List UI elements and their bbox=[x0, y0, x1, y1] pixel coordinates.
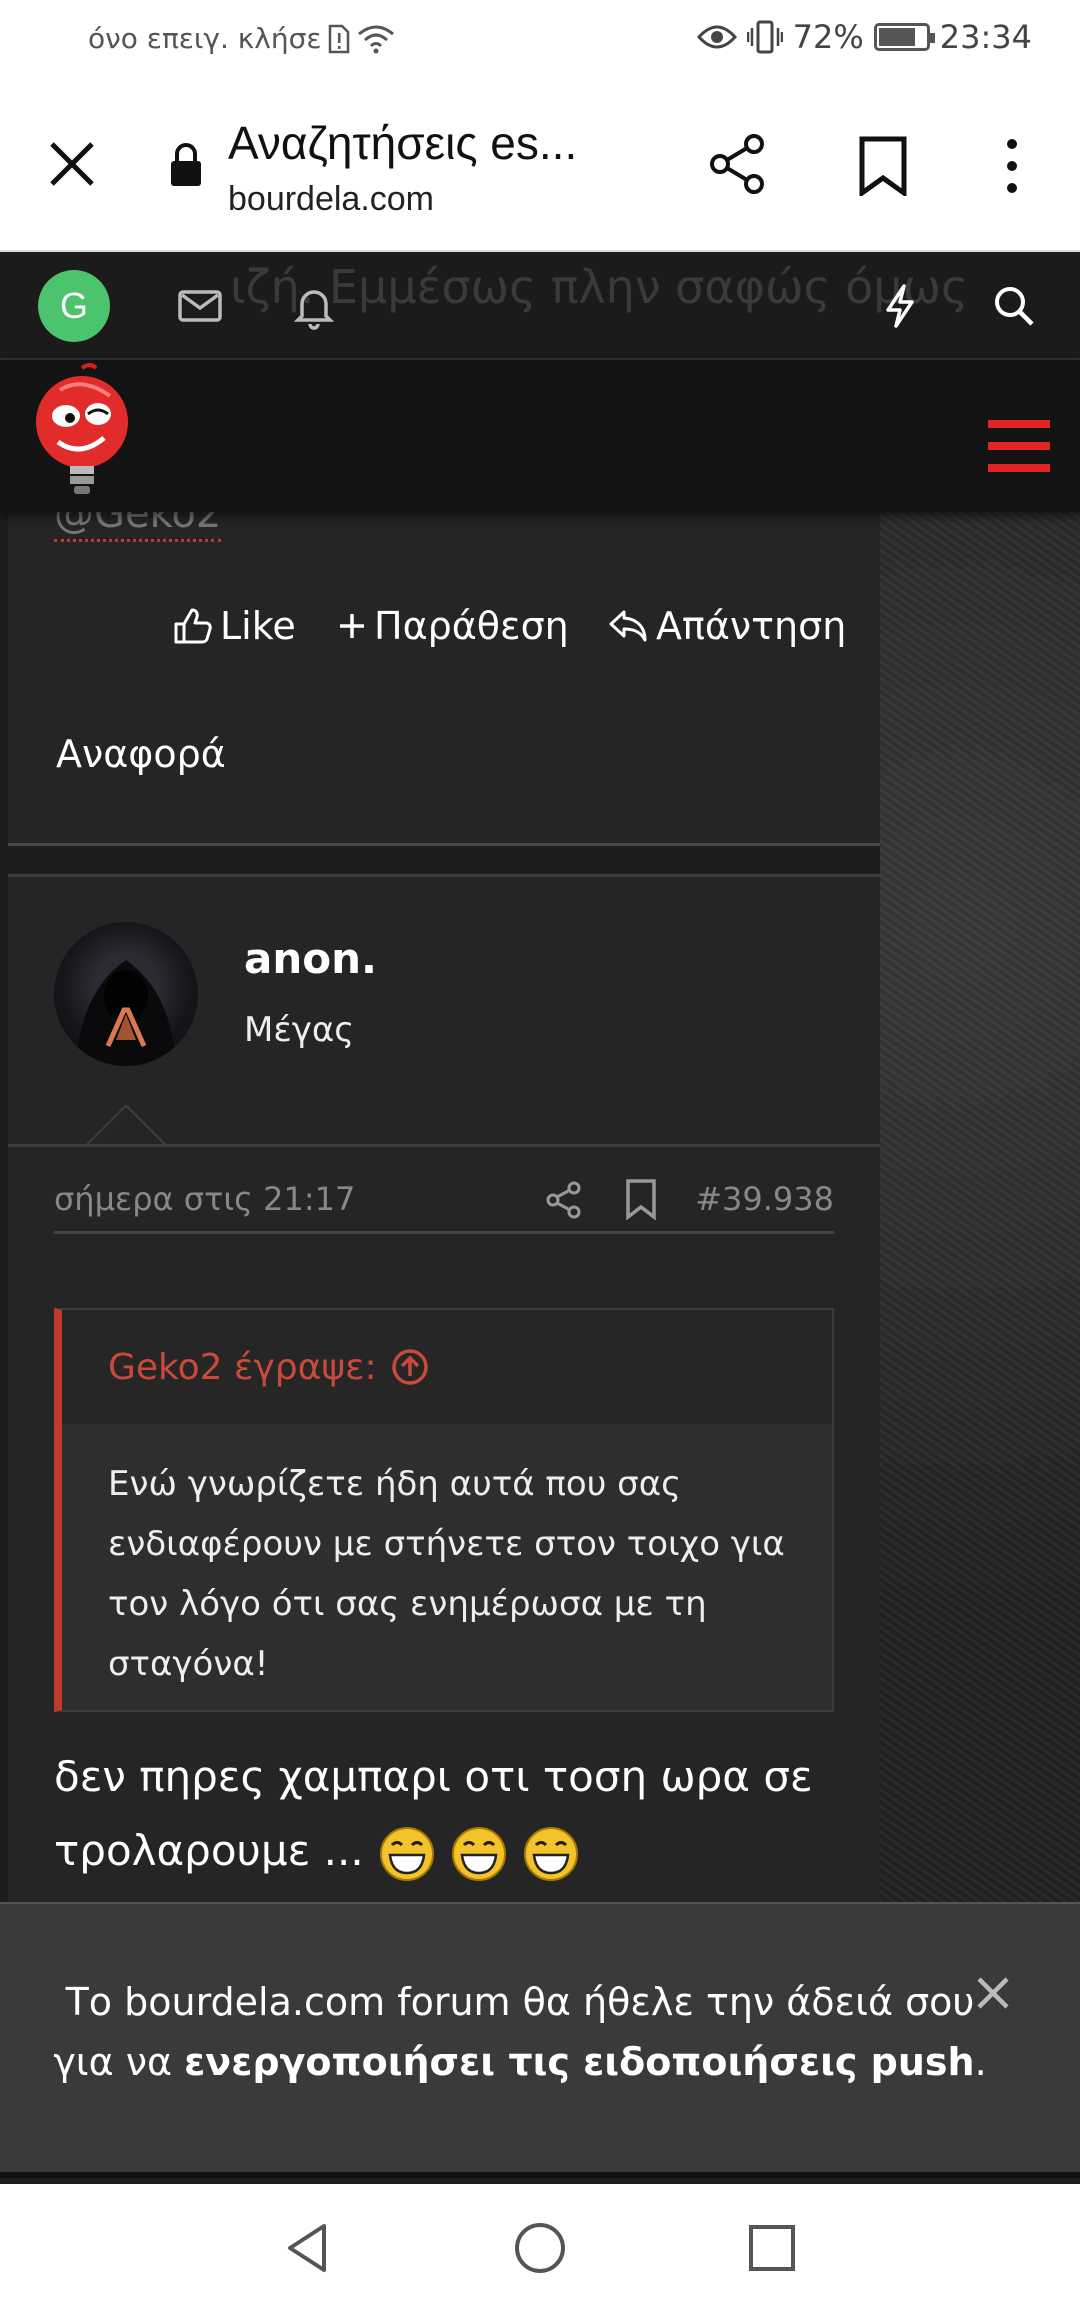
status-right: 72% 23:34 bbox=[696, 18, 1032, 56]
quote-label: Παράθεση bbox=[374, 604, 569, 648]
close-icon[interactable] bbox=[974, 1974, 1012, 2012]
menu-bar bbox=[988, 420, 1050, 428]
quote-block: Geko2 έγραψε: Ενώ γνωρίζετε ήδη αυτά που… bbox=[54, 1308, 834, 1712]
sim-alert-icon bbox=[329, 24, 350, 53]
vibrate-icon bbox=[746, 20, 783, 54]
avatar[interactable] bbox=[54, 922, 198, 1066]
system-nav-bar bbox=[0, 2184, 1080, 2312]
scrolled-background-text: ιζή. Εμμέσως πλην σαφώς όμως bbox=[230, 260, 969, 314]
bell-icon[interactable] bbox=[290, 282, 338, 330]
grinning-emoji-icon bbox=[451, 1826, 506, 1881]
push-notice-text: Το bourdela.com forum θα ήθελε την άδειά… bbox=[40, 1972, 1000, 2092]
menu-bar bbox=[988, 442, 1050, 450]
push-notification-banner: Το bourdela.com forum θα ήθελε την άδειά… bbox=[0, 1902, 1080, 2178]
hooded-figure-image bbox=[76, 960, 176, 1066]
notice-text-bold[interactable]: ενεργοποιήσει τις ειδοποιήσεις push bbox=[184, 2040, 974, 2084]
thumbs-up-icon bbox=[174, 608, 212, 644]
account-avatar[interactable]: G bbox=[38, 270, 110, 342]
lock-icon bbox=[171, 143, 201, 186]
quote-button[interactable]: Παράθεση bbox=[338, 604, 569, 648]
menu-bar bbox=[988, 464, 1050, 472]
home-icon[interactable] bbox=[510, 2218, 570, 2278]
close-icon[interactable] bbox=[44, 136, 100, 192]
post-meta: σήμερα στις 21:17 #39.938 bbox=[54, 1170, 834, 1234]
clock: 23:34 bbox=[939, 18, 1032, 56]
forum-header bbox=[0, 360, 1080, 512]
like-label: Like bbox=[220, 604, 296, 648]
user-separator bbox=[8, 1144, 880, 1147]
forum-post: anon. Μέγας σήμερα στις 21:17 #39.938 Ge… bbox=[8, 874, 880, 1904]
arrow-up-circle-icon[interactable] bbox=[391, 1348, 429, 1386]
reply-label: Απάντηση bbox=[656, 604, 847, 648]
browser-toolbar: Αναζητήσεις es... bourdela.com bbox=[0, 80, 1080, 252]
quote-header[interactable]: Geko2 έγραψε: bbox=[62, 1310, 832, 1424]
bookmark-icon[interactable] bbox=[856, 136, 910, 196]
post-date[interactable]: σήμερα στις 21:17 bbox=[54, 1180, 355, 1218]
user-title: Μέγας bbox=[244, 1010, 355, 1050]
post-body: δεν πηρες χαμπαρι οτι τοση ωρα σε τρολαρ… bbox=[54, 1740, 854, 1888]
previous-post: @Geko2 Like Παράθεση Απάντηση Αναφορά bbox=[8, 491, 880, 846]
notice-text-after: . bbox=[974, 2040, 987, 2084]
report-link[interactable]: Αναφορά bbox=[56, 732, 226, 776]
battery-fill bbox=[878, 28, 915, 46]
bookmark-icon[interactable] bbox=[624, 1178, 658, 1220]
search-icon[interactable] bbox=[990, 282, 1038, 330]
battery-percent: 72% bbox=[792, 18, 864, 56]
username[interactable]: anon. bbox=[244, 934, 377, 983]
carrier-text: όνο επειγ. κλήσε bbox=[88, 22, 322, 55]
mail-icon[interactable] bbox=[176, 282, 224, 330]
site-logo[interactable] bbox=[30, 362, 134, 500]
recents-icon[interactable] bbox=[742, 2218, 802, 2278]
like-button[interactable]: Like bbox=[172, 604, 296, 648]
eye-icon bbox=[696, 25, 737, 49]
quote-author: Geko2 έγραψε: bbox=[108, 1346, 377, 1388]
user-card-caret bbox=[84, 1104, 168, 1146]
grinning-emoji-icon bbox=[379, 1826, 434, 1881]
wifi-icon bbox=[358, 25, 395, 53]
lightning-icon[interactable] bbox=[876, 282, 924, 330]
back-icon[interactable] bbox=[278, 2218, 338, 2278]
share-icon[interactable] bbox=[706, 132, 770, 196]
plus-icon bbox=[340, 614, 364, 638]
forum-top-nav: ιζή. Εμμέσως πλην σαφώς όμως G bbox=[0, 252, 1080, 360]
battery-icon bbox=[873, 23, 935, 51]
reply-button[interactable]: Απάντηση bbox=[608, 604, 846, 648]
share-icon[interactable] bbox=[544, 1180, 584, 1220]
more-vert-icon[interactable] bbox=[1000, 136, 1024, 196]
reply-icon bbox=[609, 610, 647, 642]
page-background-texture bbox=[880, 512, 1080, 1902]
quote-text: Ενώ γνωρίζετε ήδη αυτά που σας ενδιαφέρο… bbox=[108, 1464, 785, 1684]
menu-icon[interactable] bbox=[988, 420, 1050, 472]
grinning-emoji-icon bbox=[523, 1826, 578, 1881]
page-title[interactable]: Αναζητήσεις es... bbox=[228, 116, 628, 170]
status-left: όνο επειγ. κλήσε bbox=[88, 22, 395, 55]
status-bar: όνο επειγ. κλήσε 72% 23:34 bbox=[0, 0, 1080, 80]
page-url[interactable]: bourdela.com bbox=[228, 180, 434, 219]
post-divider bbox=[8, 874, 880, 877]
post-number[interactable]: #39.938 bbox=[695, 1180, 834, 1218]
